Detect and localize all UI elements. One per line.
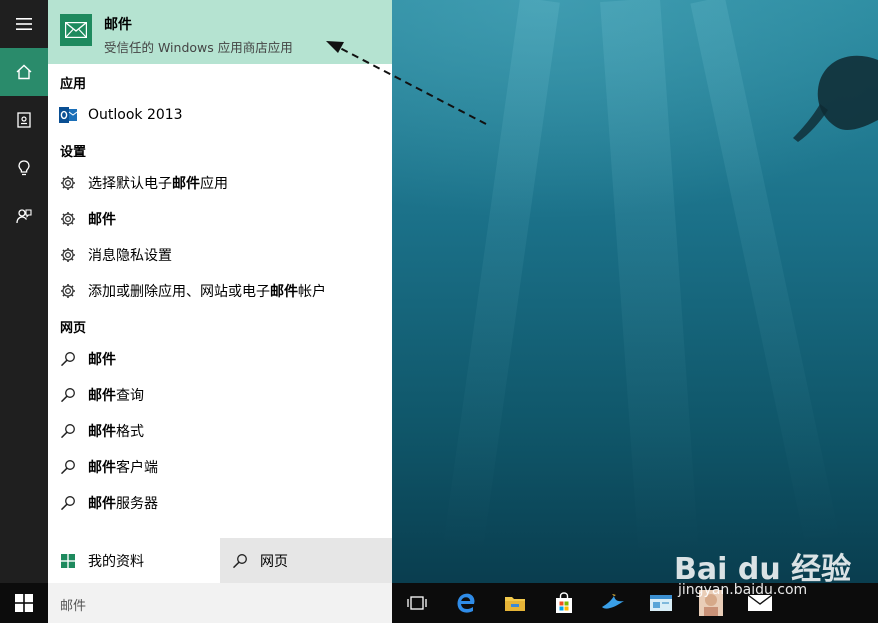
settings-result[interactable]: 消息隐私设置 (48, 237, 392, 273)
windows-logo-icon (15, 594, 33, 612)
notebook-icon (17, 112, 31, 128)
settings-result-label: 消息隐私设置 (88, 248, 172, 264)
section-header-web: 网页 (60, 321, 87, 336)
taskbar-search-box[interactable] (48, 583, 392, 623)
bird-app-button[interactable] (590, 583, 636, 623)
web-result[interactable]: 邮件客户端 (48, 449, 392, 485)
swimmer-image (793, 55, 878, 142)
app-result-label: Outlook 2013 (88, 107, 183, 123)
best-match-title: 邮件 (104, 17, 132, 33)
task-view-icon (407, 596, 427, 610)
web-result-label: 邮件客户端 (88, 460, 158, 476)
best-match-subtitle: 受信任的 Windows 应用商店应用 (104, 40, 293, 55)
settings-result-label: 邮件 (88, 212, 116, 228)
gear-icon (61, 284, 75, 298)
gear-icon (61, 176, 75, 190)
mail-icon (747, 594, 773, 611)
search-icon (60, 424, 75, 439)
folder-icon (505, 597, 525, 611)
lightbulb-icon (18, 160, 30, 176)
my-stuff-button[interactable]: 我的资料 (48, 538, 220, 583)
photo-app-button[interactable] (688, 583, 734, 623)
search-icon (232, 553, 247, 568)
web-search-label: 网页 (260, 553, 288, 570)
my-stuff-label: 我的资料 (88, 553, 144, 570)
web-result[interactable]: 邮件格式 (48, 413, 392, 449)
hamburger-menu-button[interactable] (0, 0, 48, 48)
section-header-settings: 设置 (60, 145, 87, 160)
search-icon (60, 460, 75, 475)
web-result-label: 邮件服务器 (88, 496, 158, 512)
photo-thumbnail-icon (699, 590, 723, 616)
search-icon (60, 388, 75, 403)
window-icon (650, 595, 672, 611)
gear-icon (61, 248, 75, 262)
home-icon (16, 64, 32, 80)
web-search-button[interactable]: 网页 (220, 538, 392, 583)
web-result-label: 邮件查询 (88, 388, 144, 404)
search-input[interactable] (58, 592, 382, 616)
hamburger-icon (16, 18, 32, 30)
edge-icon (457, 593, 475, 613)
settings-result-label: 选择默认电子邮件应用 (88, 176, 228, 192)
settings-result[interactable]: 添加或删除应用、网站或电子邮件帐户 (48, 273, 392, 309)
start-left-rail (0, 0, 48, 583)
start-button[interactable] (0, 583, 48, 623)
desktop-app-button[interactable] (638, 583, 684, 623)
search-icon (60, 496, 75, 511)
feedback-icon (16, 209, 32, 224)
mail-app-icon (60, 14, 92, 46)
store-icon (556, 592, 572, 613)
search-icon (60, 352, 75, 367)
gear-icon (61, 212, 75, 226)
settings-result[interactable]: 邮件 (48, 201, 392, 237)
store-button[interactable] (541, 583, 587, 623)
web-result[interactable]: 邮件服务器 (48, 485, 392, 521)
taskbar (0, 583, 878, 623)
annotation-arrow (326, 41, 487, 125)
settings-result-label: 添加或删除应用、网站或电子邮件帐户 (88, 284, 326, 300)
outlook-icon (59, 107, 77, 123)
web-result[interactable]: 邮件查询 (48, 377, 392, 413)
reminders-button[interactable] (0, 144, 48, 192)
notebook-button[interactable] (0, 96, 48, 144)
home-button[interactable] (0, 48, 48, 96)
web-result[interactable]: 邮件 (48, 341, 392, 377)
bird-icon (602, 594, 624, 609)
task-view-button[interactable] (394, 583, 440, 623)
section-header-apps: 应用 (60, 77, 87, 92)
feedback-button[interactable] (0, 192, 48, 240)
edge-browser-button[interactable] (443, 583, 489, 623)
light-ray (600, 0, 699, 561)
web-result-label: 邮件 (88, 352, 116, 368)
windows-logo-icon (61, 553, 75, 568)
settings-result[interactable]: 选择默认电子邮件应用 (48, 165, 392, 201)
file-explorer-button[interactable] (492, 583, 538, 623)
web-result-label: 邮件格式 (88, 424, 144, 440)
mail-taskbar-button[interactable] (737, 583, 783, 623)
